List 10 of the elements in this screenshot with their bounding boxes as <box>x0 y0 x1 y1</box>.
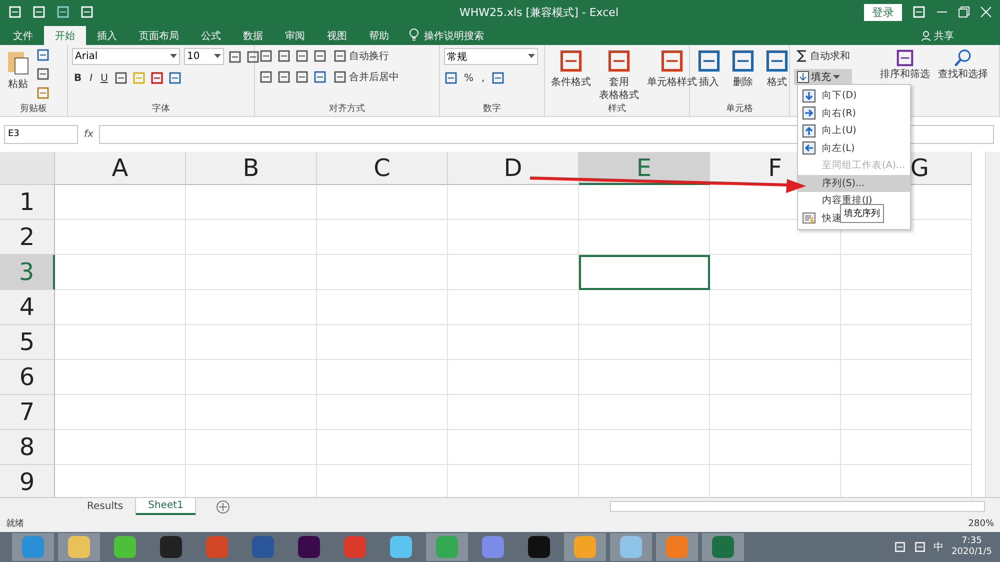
group-label: 剪贴板 <box>19 102 48 116</box>
status-text: 就绪 <box>6 518 24 530</box>
group-label: 单元格 <box>725 102 754 116</box>
group-label: 对齐方式 <box>328 102 366 116</box>
zoom-level: 280% <box>968 518 994 528</box>
window-title: WHW25.xls [兼容模式] - Excel <box>458 4 620 20</box>
group-label: 字体 <box>151 102 171 116</box>
tooltip: 填充序列 <box>840 204 884 223</box>
group-label: 样式 <box>607 102 627 116</box>
group-label: 数字 <box>482 102 502 116</box>
